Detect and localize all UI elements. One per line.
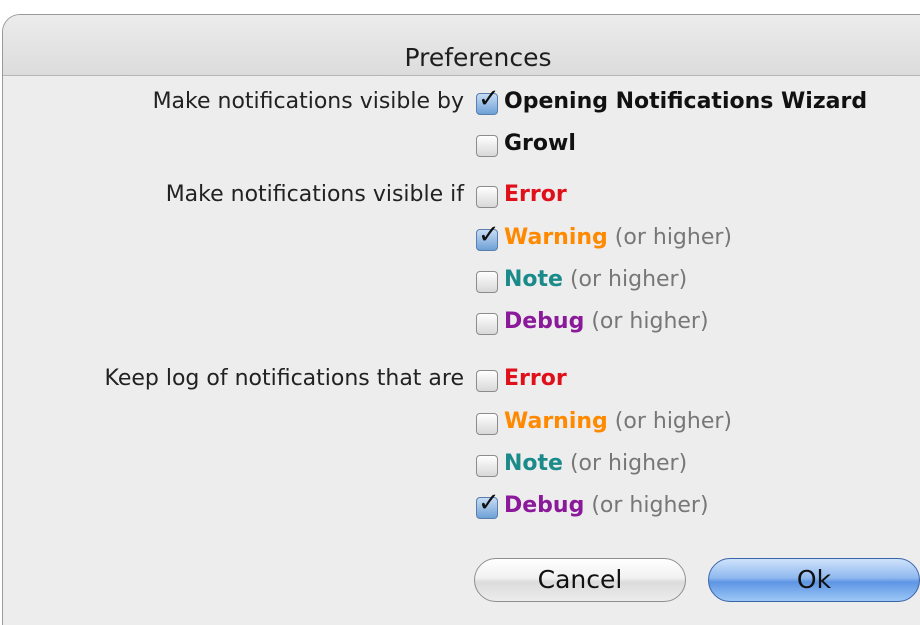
visible-if-error-checkbox[interactable]: [476, 186, 498, 208]
cancel-button[interactable]: Cancel: [474, 558, 686, 602]
visible-by-label: Make notifications visible by: [152, 89, 464, 114]
ok-button[interactable]: Ok: [708, 558, 920, 602]
checkmark-icon: ✓: [478, 84, 500, 114]
keep-log-note-checkbox[interactable]: [476, 455, 498, 477]
visible-if-error-label[interactable]: Error: [504, 182, 567, 207]
keep-log-error-label[interactable]: Error: [504, 366, 567, 391]
visible-if-note-label[interactable]: Note (or higher): [504, 267, 687, 292]
keep-log-error-checkbox[interactable]: [476, 370, 498, 392]
keep-log-warning-label[interactable]: Warning (or higher): [504, 409, 732, 434]
visible-if-note-checkbox[interactable]: [476, 271, 498, 293]
visible-if-warning-checkbox[interactable]: ✓: [476, 222, 500, 251]
keep-log-warning-checkbox[interactable]: [476, 413, 498, 435]
title-bar[interactable]: Preferences: [3, 15, 920, 76]
keep-log-note-label[interactable]: Note (or higher): [504, 451, 687, 476]
visible-if-label: Make notifications visible if: [165, 182, 464, 207]
visible-by-growl-label[interactable]: Growl: [504, 131, 576, 156]
visible-by-growl-checkbox[interactable]: [476, 135, 498, 157]
visible-by-wizard-checkbox[interactable]: ✓: [476, 86, 500, 115]
checkmark-icon: ✓: [478, 220, 500, 250]
keep-log-debug-label[interactable]: Debug (or higher): [504, 493, 709, 518]
visible-if-debug-label[interactable]: Debug (or higher): [504, 309, 709, 334]
keep-log-debug-checkbox[interactable]: ✓: [476, 490, 500, 519]
visible-by-wizard-label[interactable]: Opening Notifications Wizard: [504, 89, 867, 114]
preferences-window: Preferences Make notifications visible b…: [0, 0, 920, 625]
keep-log-label: Keep log of notifications that are: [104, 366, 464, 391]
visible-if-warning-label[interactable]: Warning (or higher): [504, 225, 732, 250]
visible-if-debug-checkbox[interactable]: [476, 313, 498, 335]
window-title: Preferences: [404, 43, 552, 72]
checkmark-icon: ✓: [478, 488, 500, 518]
